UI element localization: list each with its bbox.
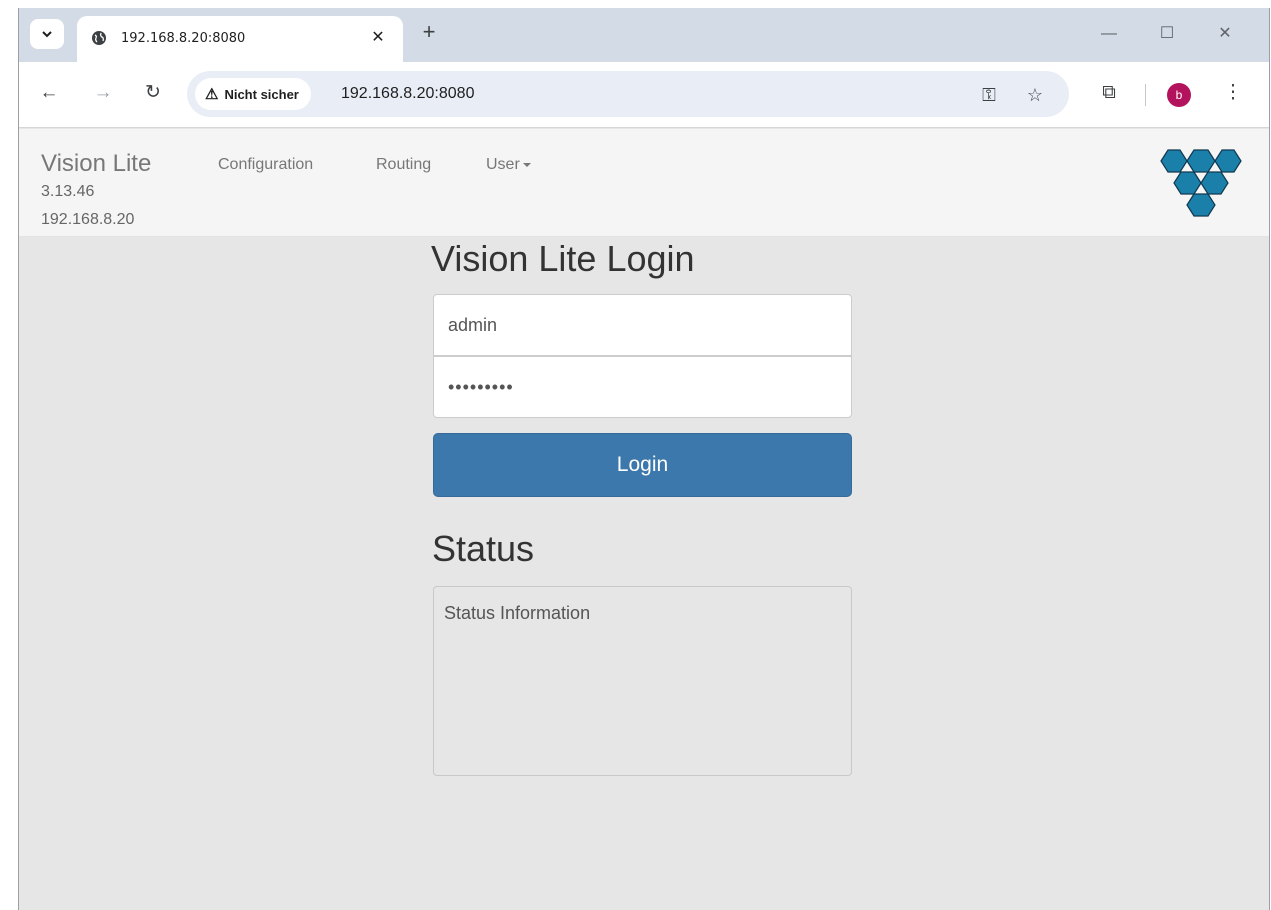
password-input[interactable]: ••••••••• — [433, 356, 852, 418]
caret-down-icon — [522, 162, 531, 167]
maximize-icon[interactable]: ☐ — [1155, 22, 1179, 46]
chevron-down-icon — [42, 31, 52, 38]
close-tab-icon[interactable]: ✕ — [369, 29, 387, 47]
navbar: Vision Lite 3.13.46 192.168.8.20 Configu… — [19, 129, 1269, 237]
nav-routing[interactable]: Routing — [376, 156, 431, 174]
security-label: Nicht sicher — [224, 86, 299, 102]
globe-icon — [92, 31, 106, 45]
tab-title: 192.168.8.20:8080 — [121, 31, 246, 46]
status-title: Status — [432, 528, 535, 569]
login-button[interactable]: Login — [433, 433, 852, 497]
security-chip[interactable]: ⚠ Nicht sicher — [195, 78, 311, 110]
back-icon[interactable]: ← — [35, 79, 63, 107]
login-title: Vision Lite Login — [431, 238, 695, 279]
nav-configuration[interactable]: Configuration — [218, 156, 313, 174]
brand-ip: 192.168.8.20 — [41, 211, 135, 228]
brand-title[interactable]: Vision Lite — [41, 150, 151, 178]
tab-strip: 192.168.8.20:8080 ✕ + — ☐ ✕ — [19, 8, 1269, 62]
nav-user-label: User — [486, 156, 520, 173]
tab-search-button[interactable] — [30, 19, 64, 49]
extensions-icon[interactable]: ⧉ — [1095, 79, 1123, 107]
password-key-icon[interactable]: ⚿ — [977, 83, 1001, 107]
forward-icon[interactable]: → — [89, 79, 117, 107]
menu-icon[interactable]: ⋮ — [1219, 79, 1247, 107]
brand-version: 3.13.46 — [41, 183, 95, 200]
close-window-icon[interactable]: ✕ — [1213, 22, 1237, 46]
url-text[interactable]: 192.168.8.20:8080 — [341, 85, 474, 103]
status-box[interactable]: Status Information — [433, 586, 852, 776]
status-text: Status Information — [444, 603, 591, 623]
browser-window: 192.168.8.20:8080 ✕ + — ☐ ✕ ← → ↻ ⚠ Nich… — [18, 8, 1270, 910]
browser-toolbar: ← → ↻ ⚠ Nicht sicher 192.168.8.20:8080 ⚿… — [19, 62, 1269, 128]
profile-avatar[interactable]: b — [1167, 83, 1191, 107]
company-logo — [1160, 149, 1242, 217]
warning-icon: ⚠ — [205, 86, 219, 103]
nav-user-dropdown[interactable]: User — [486, 156, 531, 174]
new-tab-button[interactable]: + — [417, 21, 441, 45]
reload-icon[interactable]: ↻ — [139, 79, 167, 107]
address-bar[interactable]: ⚠ Nicht sicher 192.168.8.20:8080 ⚿ ☆ — [187, 71, 1069, 117]
username-input[interactable]: admin — [433, 294, 852, 356]
bookmark-star-icon[interactable]: ☆ — [1023, 83, 1047, 107]
minimize-icon[interactable]: — — [1097, 22, 1121, 46]
toolbar-divider — [1145, 84, 1146, 106]
browser-tab[interactable]: 192.168.8.20:8080 ✕ — [77, 16, 403, 62]
